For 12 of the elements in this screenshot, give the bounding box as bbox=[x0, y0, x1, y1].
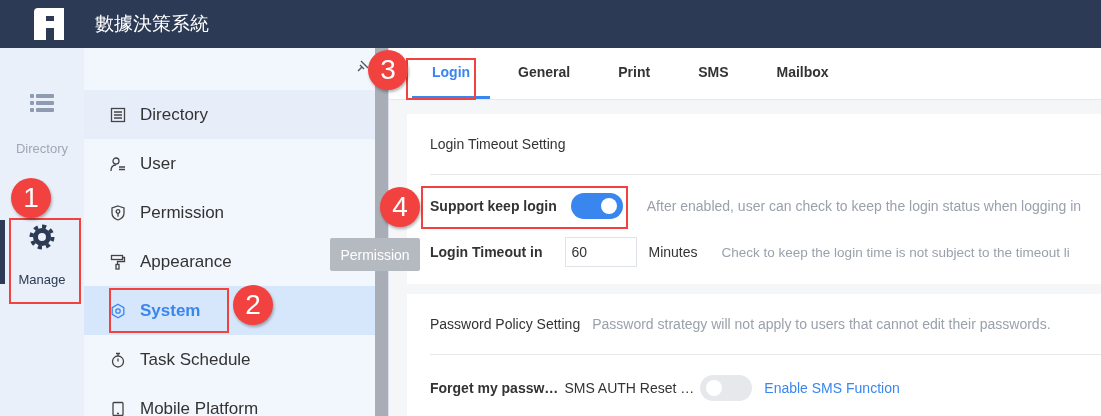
tooltip: Permission bbox=[330, 238, 420, 271]
unit-label: Minutes bbox=[648, 244, 698, 260]
section-title: Password Policy Setting bbox=[430, 316, 581, 332]
setting-label: Support keep login bbox=[430, 198, 557, 214]
setting-label: Forget my passw… bbox=[430, 380, 559, 396]
section-title: Login Timeout Setting bbox=[430, 136, 566, 152]
hint-text: Check to keep the login time is not subject to the timeout li bbox=[721, 244, 1070, 260]
note-text: Password strategy will not apply to users that cannot edit their passwords. bbox=[592, 316, 1051, 332]
option-label: SMS AUTH Reset … bbox=[564, 380, 695, 396]
app-title: 數據決策系統 bbox=[95, 11, 209, 36]
hint-text: After enabled, user can check to keep the login status when logging in bbox=[646, 198, 1082, 214]
setting-label: Login Timeout in bbox=[430, 244, 543, 260]
